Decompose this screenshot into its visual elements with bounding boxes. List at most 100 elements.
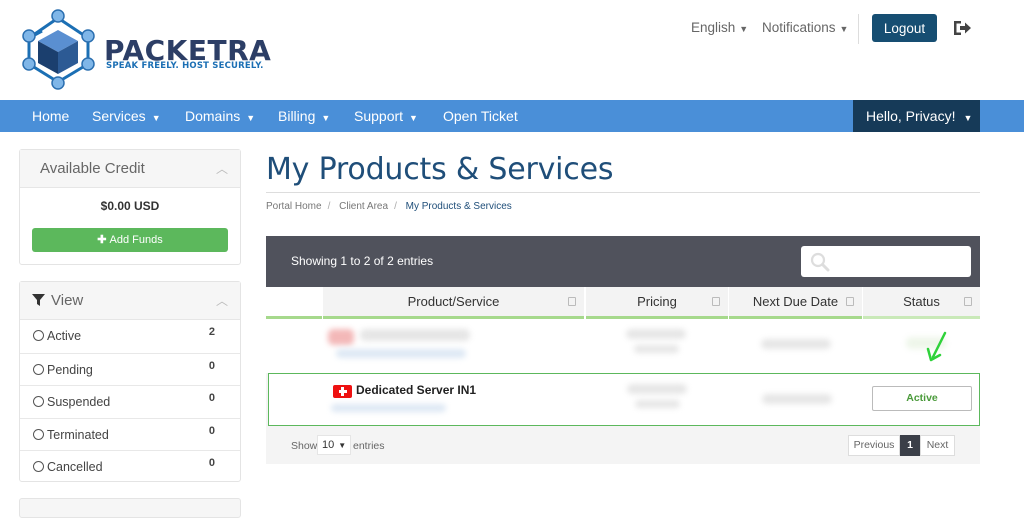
column-label: Next Due Date: [752, 294, 839, 309]
status-badge: Active: [872, 386, 972, 411]
language-dropdown[interactable]: English ▼: [691, 20, 748, 35]
view-filter-active[interactable]: Active 2: [20, 320, 240, 353]
services-table: Showing 1 to 2 of 2 entries Product/Serv…: [266, 236, 980, 464]
nav-label: Billing: [278, 108, 316, 124]
column-label: Product/Service: [407, 294, 500, 309]
view-filter-cancelled[interactable]: Cancelled 0: [20, 450, 240, 483]
page-size-value: 10: [322, 439, 335, 451]
column-header-next-due-date[interactable]: Next Due Date: [729, 287, 862, 319]
pagination-next[interactable]: Next: [920, 435, 955, 456]
redacted-flag: [328, 329, 354, 345]
redacted-due-date: [761, 339, 831, 349]
column-label: Pricing: [637, 294, 677, 309]
table-header: Product/Service Pricing Next Due Date St…: [266, 287, 980, 319]
chevron-up-icon[interactable]: ︿: [216, 282, 228, 320]
search-icon: [810, 252, 830, 272]
language-label: English: [691, 20, 736, 35]
header-divider: [858, 14, 859, 44]
nav-open-ticket[interactable]: Open Ticket: [443, 100, 518, 132]
account-menu[interactable]: Hello, Privacy! ▼: [853, 100, 980, 132]
show-label: Show: [291, 440, 318, 452]
nav-billing[interactable]: Billing ▼: [278, 100, 330, 132]
filter-count: 0: [208, 457, 215, 469]
breadcrumb-client-area[interactable]: Client Area: [339, 201, 388, 212]
redacted-due-date: [762, 394, 832, 404]
nav-home[interactable]: Home: [32, 100, 69, 132]
sidebar-panel-partial: [19, 498, 241, 518]
exit-icon[interactable]: [952, 19, 972, 37]
sort-icon: [846, 297, 854, 306]
breadcrumb-current: My Products & Services: [405, 201, 512, 212]
credit-panel-header[interactable]: Available Credit ︿: [20, 150, 240, 188]
arrow-icon: [926, 331, 947, 362]
filter-label: Pending: [47, 362, 93, 377]
radio-icon[interactable]: [33, 396, 44, 407]
column-header-pricing[interactable]: Pricing: [586, 287, 728, 319]
view-panel-header[interactable]: View ︿: [20, 282, 240, 320]
sort-icon: [568, 297, 576, 306]
table-row[interactable]: [266, 319, 980, 373]
chevron-down-icon: ▼: [338, 441, 347, 450]
notifications-dropdown[interactable]: Notifications ▼: [762, 20, 848, 35]
caret-down-icon: ▼: [409, 113, 418, 123]
filter-count: 0: [208, 359, 215, 372]
logout-button[interactable]: Logout: [872, 14, 937, 42]
column-header-blank: [266, 287, 322, 319]
column-header-product[interactable]: Product/Service: [323, 287, 584, 319]
add-funds-label: Add Funds: [109, 234, 163, 246]
greeting-label: Hello, Privacy!: [866, 108, 956, 124]
filter-label: Terminated: [47, 427, 109, 442]
product-name[interactable]: Dedicated Server IN1: [356, 383, 476, 397]
redacted-pricing: [627, 384, 687, 394]
caret-down-icon: ▼: [839, 24, 849, 34]
radio-icon[interactable]: [33, 363, 44, 375]
pagination-previous[interactable]: Previous: [848, 435, 900, 456]
radio-icon[interactable]: [33, 428, 44, 440]
filter-label: Active: [47, 329, 82, 343]
title-divider: [266, 192, 980, 193]
brand-logo[interactable]: [16, 6, 106, 92]
nav-label: Domains: [185, 108, 241, 124]
nav-domains[interactable]: Domains ▼: [185, 100, 255, 132]
view-filter-pending[interactable]: Pending 0: [20, 352, 240, 386]
table-toolbar: Showing 1 to 2 of 2 entries: [266, 236, 980, 287]
pagination-page-1[interactable]: 1: [900, 435, 920, 456]
plus-icon: ✚: [97, 234, 110, 246]
sort-icon: [964, 297, 972, 306]
column-header-status[interactable]: Status: [863, 287, 980, 319]
entries-label: entries: [353, 440, 385, 452]
filter-icon: [32, 294, 45, 306]
caret-down-icon: ▼: [739, 24, 749, 34]
chevron-up-icon[interactable]: ︿: [216, 150, 228, 188]
radio-icon[interactable]: [33, 461, 44, 472]
view-panel: View ︿ Active 2 Pending 0 Suspended 0 Termi…: [19, 281, 241, 482]
credit-panel: Available Credit ︿ $0.00 USD ✚ Add Funds: [19, 149, 241, 265]
table-search-input[interactable]: [801, 246, 971, 277]
page-size-select[interactable]: 10 ▼: [317, 435, 351, 455]
radio-icon[interactable]: [33, 330, 44, 341]
view-panel-title: View: [51, 292, 84, 309]
site-header: PACKETRA SPEAK FREELY. HOST SECURELY. En…: [0, 0, 1024, 100]
filter-count: 0: [208, 392, 215, 404]
breadcrumb-portal-home[interactable]: Portal Home: [266, 201, 322, 212]
caret-down-icon: ▼: [321, 113, 331, 123]
breadcrumb: Portal Home / Client Area / My Products & …: [266, 201, 512, 212]
sort-icon: [712, 297, 720, 306]
caret-down-icon: ▼: [246, 113, 256, 123]
nav-services[interactable]: Services ▼: [92, 100, 161, 132]
caret-down-icon: ▼: [151, 113, 161, 123]
redacted-product-name: [360, 329, 470, 341]
redacted-cycle: [634, 345, 679, 353]
filter-label: Cancelled: [47, 460, 103, 474]
nav-support[interactable]: Support ▼: [354, 100, 418, 132]
brand-tagline: SPEAK FREELY. HOST SECURELY.: [106, 61, 264, 71]
view-filter-suspended[interactable]: Suspended 0: [20, 385, 240, 418]
redacted-domain: [331, 404, 446, 412]
table-row-highlighted[interactable]: Dedicated Server IN1 Active: [268, 373, 980, 426]
column-label: Status: [903, 294, 940, 309]
filter-count: 2: [208, 326, 215, 338]
breadcrumb-separator: /: [327, 201, 331, 212]
showing-entries-text: Showing 1 to 2 of 2 entries: [291, 254, 434, 268]
add-funds-button[interactable]: ✚ Add Funds: [32, 228, 228, 252]
view-filter-terminated[interactable]: Terminated 0: [20, 417, 240, 451]
